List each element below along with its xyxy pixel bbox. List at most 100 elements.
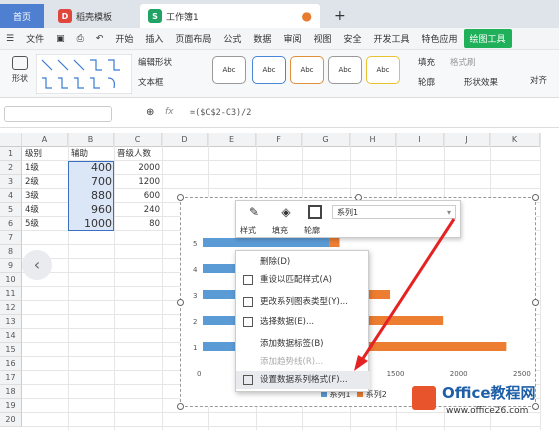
row-header[interactable]: 1 — [0, 147, 22, 161]
row-header[interactable]: 20 — [0, 413, 22, 427]
resize-handle[interactable] — [532, 299, 539, 306]
cell-b6[interactable]: 1000 — [68, 217, 112, 231]
menu-item-insert[interactable]: 插入 — [139, 32, 169, 45]
cell-a3[interactable]: 2级 — [25, 175, 39, 189]
cell-b3[interactable]: 700 — [68, 175, 112, 189]
name-box[interactable] — [4, 106, 112, 122]
cell-c4[interactable]: 600 — [114, 189, 160, 203]
cell-c2[interactable]: 2000 — [114, 161, 160, 175]
style-preset-3[interactable]: Abc — [290, 56, 324, 84]
style-preset-1[interactable]: Abc — [212, 56, 246, 84]
brush-icon[interactable]: ✎ — [244, 205, 264, 219]
shapes-button[interactable]: 形状 — [6, 56, 34, 84]
row-header[interactable]: 17 — [0, 371, 22, 385]
new-tab-button[interactable]: + — [326, 4, 354, 28]
fill-mini-button[interactable]: 填充 — [272, 225, 288, 236]
row-header[interactable]: 10 — [0, 273, 22, 287]
menu-item-data[interactable]: 数据 — [247, 32, 277, 45]
col-header-d[interactable]: D — [162, 133, 208, 147]
resize-handle[interactable] — [177, 403, 184, 410]
cell-a4[interactable]: 3级 — [25, 189, 39, 203]
print-icon[interactable]: ⎙ — [71, 34, 90, 44]
row-header[interactable]: 11 — [0, 287, 22, 301]
cell-c3[interactable]: 1200 — [114, 175, 160, 189]
row-header[interactable]: 13 — [0, 315, 22, 329]
connector-gallery[interactable] — [36, 54, 132, 94]
resize-handle[interactable] — [177, 299, 184, 306]
cell-b5[interactable]: 960 — [68, 203, 112, 217]
bar-2-5[interactable] — [329, 238, 340, 247]
cell-a2[interactable]: 1级 — [25, 161, 39, 175]
cell-b2[interactable]: 400 — [68, 161, 112, 175]
col-header-k[interactable]: K — [490, 133, 540, 147]
row-header[interactable]: 2 — [0, 161, 22, 175]
menu-item-layout[interactable]: 页面布局 — [169, 32, 217, 45]
cell-c1[interactable]: 晋级人数 — [117, 147, 151, 161]
menu-icon[interactable]: ☰ — [0, 34, 20, 44]
row-header[interactable]: 3 — [0, 175, 22, 189]
fx-icon[interactable]: fx — [165, 107, 174, 117]
col-header-i[interactable]: I — [396, 133, 444, 147]
cell-a6[interactable]: 5级 — [25, 217, 39, 231]
menu-item-features[interactable]: 特色应用 — [416, 32, 464, 45]
tab-workbook[interactable]: S 工作簿1 ● — [140, 4, 320, 28]
edit-shape-button[interactable]: 编辑形状 — [138, 56, 172, 68]
cell-a1[interactable]: 级别 — [25, 147, 42, 161]
outline-square-icon[interactable] — [308, 205, 322, 219]
row-header[interactable]: 5 — [0, 203, 22, 217]
cell-c5[interactable]: 240 — [114, 203, 160, 217]
row-header[interactable]: 7 — [0, 231, 22, 245]
save-icon[interactable]: ▣ — [50, 34, 71, 44]
format-painter-button[interactable]: 格式刷 — [450, 56, 476, 68]
style-preset-5[interactable]: Abc — [366, 56, 400, 84]
menu-item-drawing-tools[interactable]: 绘图工具 — [463, 29, 512, 48]
style-preset-2[interactable]: Abc — [252, 56, 286, 84]
row-header[interactable]: 9 — [0, 259, 22, 273]
formula-input[interactable]: =($C$2-C3)/2 — [190, 108, 251, 118]
cell-c6[interactable]: 80 — [114, 217, 160, 231]
col-header-g[interactable]: G — [302, 133, 350, 147]
row-header[interactable]: 16 — [0, 357, 22, 371]
col-header-b[interactable]: B — [68, 133, 114, 147]
col-header-f[interactable]: F — [256, 133, 302, 147]
col-header-e[interactable]: E — [208, 133, 256, 147]
textbox-button[interactable]: 文本框 — [138, 76, 164, 88]
undo-icon[interactable]: ↶ — [90, 34, 110, 44]
outline-button[interactable]: 轮廓 — [418, 76, 435, 88]
style-button[interactable]: 样式 — [240, 225, 256, 236]
menu-item-formula[interactable]: 公式 — [217, 32, 247, 45]
style-preset-4[interactable]: Abc — [328, 56, 362, 84]
row-header[interactable]: 8 — [0, 245, 22, 259]
file-menu[interactable]: 文件 — [20, 32, 50, 45]
row-header[interactable]: 18 — [0, 385, 22, 399]
bar-1-5[interactable] — [203, 238, 330, 247]
tab-template[interactable]: D 稻壳模板 — [50, 4, 138, 28]
zoom-icon[interactable]: ⊕ — [146, 107, 154, 118]
align-button[interactable]: 对齐 — [530, 74, 547, 86]
outline-mini-button[interactable]: 轮廓 — [304, 225, 320, 236]
corner-cell[interactable] — [0, 133, 22, 147]
cell-b4[interactable]: 880 — [68, 189, 112, 203]
tab-home[interactable]: 首页 — [0, 4, 44, 28]
col-header-h[interactable]: H — [350, 133, 396, 147]
menu-item-view[interactable]: 视图 — [307, 32, 337, 45]
menu-item-devtools[interactable]: 开发工具 — [367, 32, 415, 45]
col-header-c[interactable]: C — [114, 133, 162, 147]
cell-b1[interactable]: 辅助 — [71, 147, 88, 161]
shape-effects-button[interactable]: 形状效果 — [464, 76, 498, 88]
resize-handle[interactable] — [177, 194, 184, 201]
fill-button[interactable]: 填充 — [418, 56, 435, 68]
row-header[interactable]: 12 — [0, 301, 22, 315]
row-header[interactable]: 6 — [0, 217, 22, 231]
menu-item-start[interactable]: 开始 — [109, 32, 139, 45]
row-header[interactable]: 15 — [0, 343, 22, 357]
row-header[interactable]: 14 — [0, 329, 22, 343]
row-header[interactable]: 4 — [0, 189, 22, 203]
resize-handle[interactable] — [532, 194, 539, 201]
back-arrow-icon[interactable]: ‹ — [22, 250, 52, 280]
col-header-j[interactable]: J — [444, 133, 490, 147]
row-header[interactable]: 19 — [0, 399, 22, 413]
col-header-a[interactable]: A — [22, 133, 68, 147]
cell-a5[interactable]: 4级 — [25, 203, 39, 217]
menu-item-security[interactable]: 安全 — [337, 32, 367, 45]
